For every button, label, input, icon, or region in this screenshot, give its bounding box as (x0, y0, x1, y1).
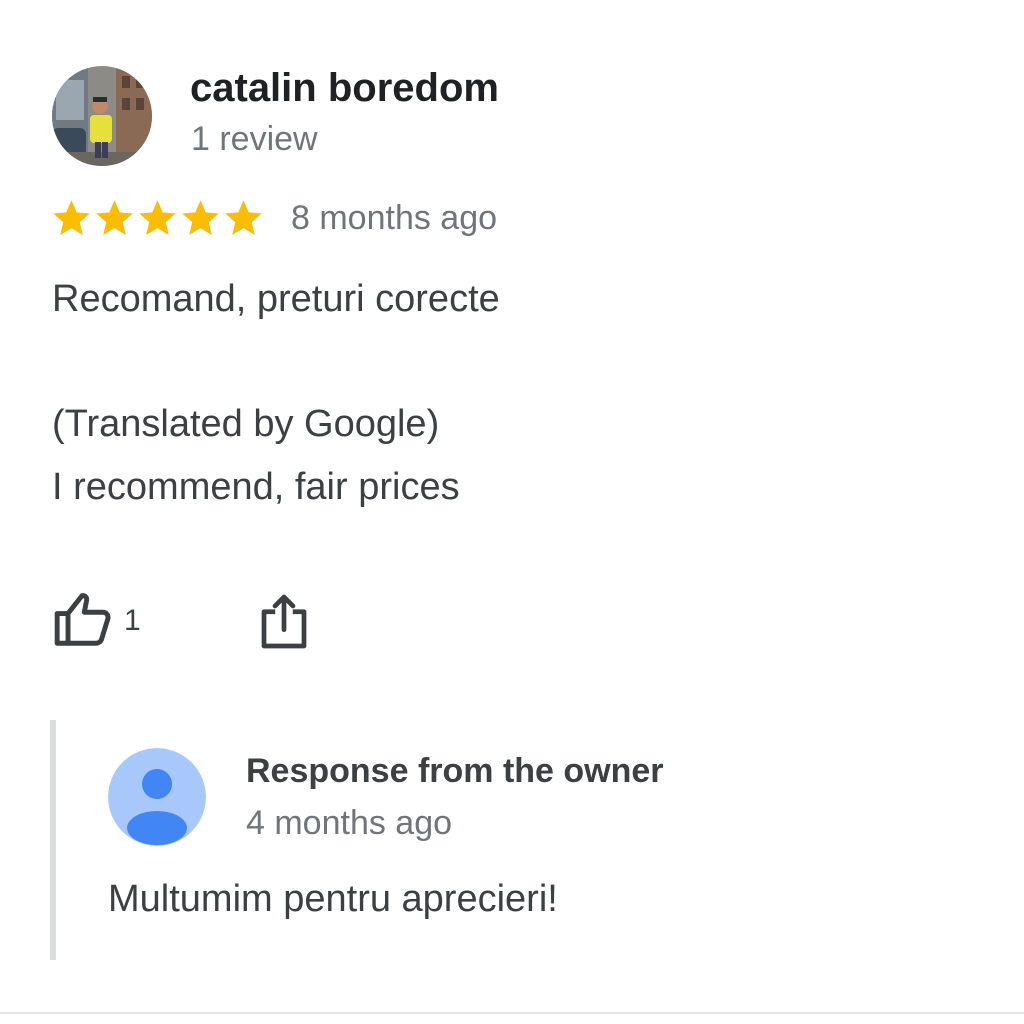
owner-response: Response from the owner 4 months ago Mul… (50, 720, 956, 960)
reviewer-name[interactable]: catalin boredom (190, 66, 499, 111)
star-rating (50, 197, 265, 240)
person-icon (108, 748, 206, 846)
owner-response-text: Multumim pentru aprecieri! (108, 878, 558, 920)
thumbs-up-icon (54, 593, 111, 646)
owner-avatar (108, 748, 206, 846)
rating-row: 8 months ago (50, 196, 497, 240)
star-icon (182, 199, 219, 235)
owner-response-title: Response from the owner (246, 752, 664, 790)
reviewer-avatar[interactable] (52, 66, 152, 166)
like-button[interactable]: 1 (52, 586, 162, 656)
owner-response-date: 4 months ago (246, 804, 453, 842)
like-count: 1 (124, 604, 141, 637)
share-icon (261, 594, 307, 649)
star-icon (53, 199, 90, 235)
reviewer-review-count: 1 review (191, 120, 318, 158)
share-button[interactable] (252, 586, 316, 656)
review-text-translated: I recommend, fair prices (52, 466, 460, 508)
translation-label: (Translated by Google) (52, 403, 440, 445)
review-text-original: Recomand, preturi corecte (52, 278, 500, 320)
review-date: 8 months ago (291, 198, 498, 237)
review-card: catalin boredom 1 review 8 months ago Re… (0, 0, 1024, 1024)
star-icon (96, 199, 133, 235)
divider (0, 1012, 1024, 1014)
star-icon (139, 199, 176, 235)
reviewer-photo (52, 66, 152, 166)
star-icon (225, 199, 262, 235)
